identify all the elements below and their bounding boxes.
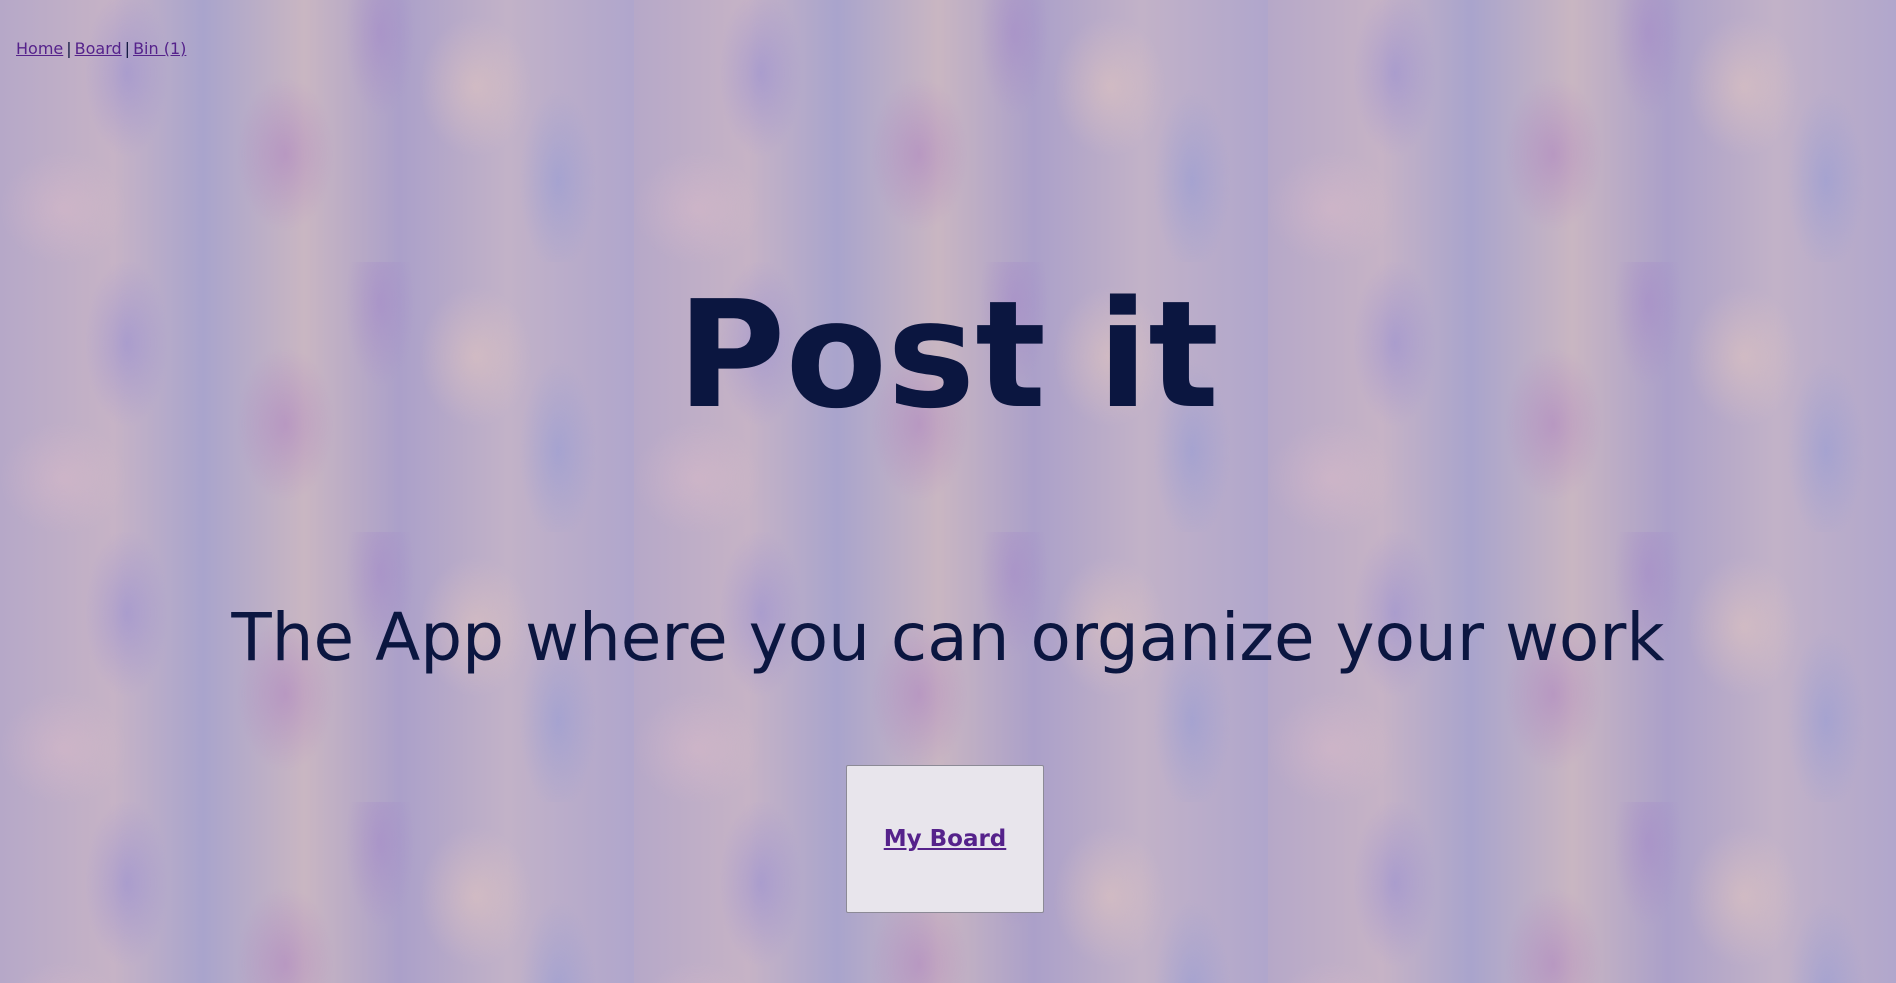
nav-link-board[interactable]: Board [75, 39, 122, 58]
page-title: Post it [677, 269, 1219, 441]
nav-link-bin[interactable]: Bin (1) [133, 39, 186, 58]
my-board-card[interactable]: My Board [846, 765, 1044, 913]
my-board-link[interactable]: My Board [884, 826, 1007, 852]
nav-link-home[interactable]: Home [16, 39, 63, 58]
nav-separator: | [66, 39, 72, 58]
page-subtitle: The App where you can organize your work [231, 599, 1665, 676]
top-nav: Home | Board | Bin (1) [16, 39, 186, 58]
nav-separator: | [124, 39, 131, 58]
